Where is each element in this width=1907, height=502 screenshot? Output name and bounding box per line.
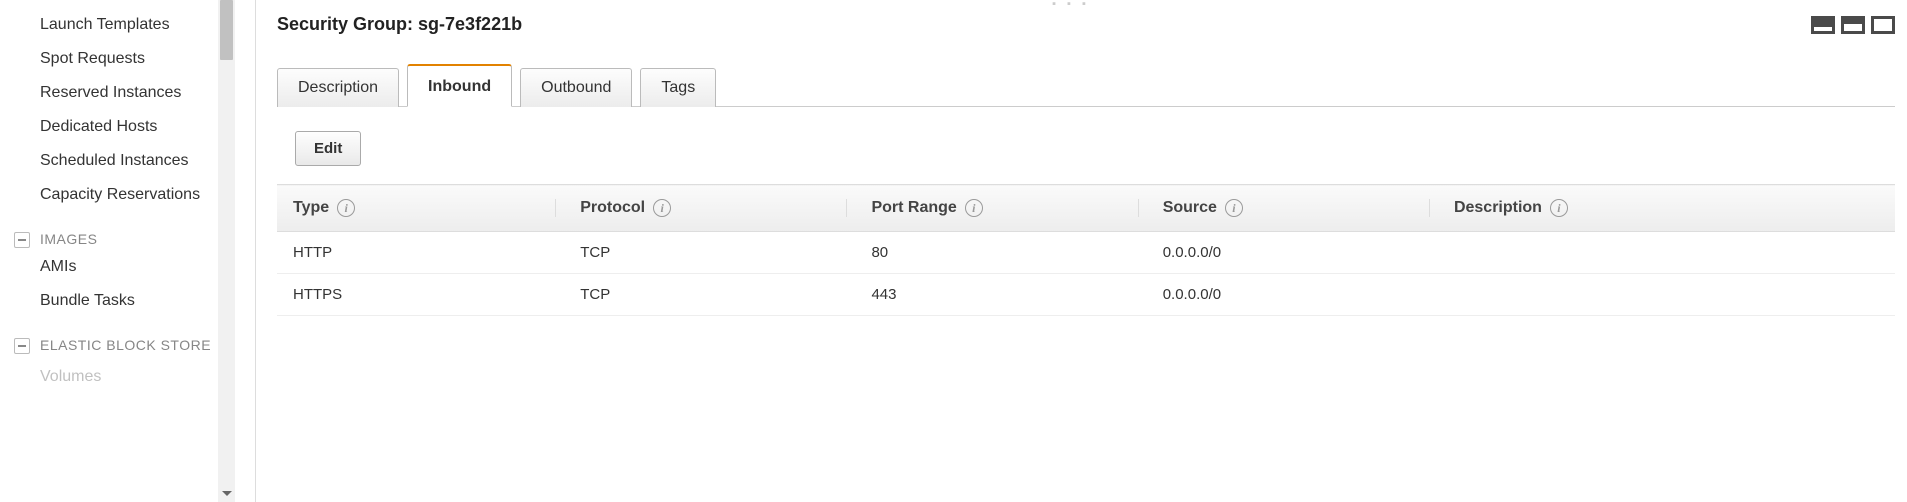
detail-title-prefix: Security Group: [277, 14, 418, 34]
cell-type: HTTPS [277, 274, 568, 316]
sidebar-section-label: IMAGES [40, 230, 97, 248]
sidebar-scrollbar[interactable] [218, 0, 235, 502]
sidebar-item-volumes[interactable]: Volumes [0, 360, 217, 394]
tab-description[interactable]: Description [277, 68, 399, 107]
sidebar-item-spot-requests[interactable]: Spot Requests [0, 42, 217, 76]
tabs: Description Inbound Outbound Tags [277, 63, 1895, 107]
col-header-description: Description [1454, 199, 1542, 217]
sidebar-item-capacity-reservations[interactable]: Capacity Reservations [0, 178, 217, 212]
col-header-type: Type [293, 199, 329, 217]
sidebar-item-bundle-tasks[interactable]: Bundle Tasks [0, 284, 217, 318]
table-row[interactable]: HTTPS TCP 443 0.0.0.0/0 [277, 274, 1895, 316]
sidebar-section-ebs: ELASTIC BLOCK STORE [0, 318, 217, 356]
edit-button[interactable]: Edit [295, 131, 361, 166]
sidebar-section-label: ELASTIC BLOCK STORE [40, 336, 211, 354]
sidebar-section-images: IMAGES [0, 212, 217, 250]
collapse-icon[interactable] [14, 338, 30, 354]
detail-panel: ▪ ▪ ▪ Security Group: sg-7e3f221b Descri… [235, 0, 1907, 502]
sidebar-item-amis[interactable]: AMIs [0, 250, 217, 284]
tab-outbound[interactable]: Outbound [520, 68, 632, 107]
col-header-port-range: Port Range [871, 199, 956, 217]
panel-maximize-button[interactable] [1871, 16, 1895, 34]
table-row[interactable]: HTTP TCP 80 0.0.0.0/0 [277, 232, 1895, 274]
sidebar-item-reserved-instances[interactable]: Reserved Instances [0, 76, 217, 110]
detail-title: Security Group: sg-7e3f221b [277, 14, 522, 35]
info-icon[interactable]: i [337, 199, 355, 217]
detail-group-id: sg-7e3f221b [418, 14, 522, 34]
cell-description [1442, 274, 1895, 316]
sidebar: Instances Launch Templates Spot Requests… [0, 0, 235, 502]
cell-port-range: 443 [859, 274, 1150, 316]
table-header-row: Typei Protocoli Port Rangei Sourcei Desc… [277, 185, 1895, 232]
scrollbar-thumb[interactable] [220, 0, 233, 60]
info-icon[interactable]: i [1225, 199, 1243, 217]
tab-inbound[interactable]: Inbound [407, 64, 512, 107]
collapse-icon[interactable] [14, 232, 30, 248]
panel-minimize-button[interactable] [1811, 16, 1835, 34]
sidebar-item-scheduled-instances[interactable]: Scheduled Instances [0, 144, 217, 178]
info-icon[interactable]: i [653, 199, 671, 217]
panel-restore-button[interactable] [1841, 16, 1865, 34]
sidebar-item-launch-templates[interactable]: Launch Templates [0, 8, 217, 42]
info-icon[interactable]: i [965, 199, 983, 217]
panel-resize-handle[interactable]: ▪ ▪ ▪ [1052, 0, 1090, 10]
tab-tags[interactable]: Tags [640, 68, 716, 107]
cell-protocol: TCP [568, 274, 859, 316]
col-header-protocol: Protocol [580, 199, 645, 217]
cell-port-range: 80 [859, 232, 1150, 274]
info-icon[interactable]: i [1550, 199, 1568, 217]
cell-source: 0.0.0.0/0 [1151, 232, 1442, 274]
cell-source: 0.0.0.0/0 [1151, 274, 1442, 316]
sidebar-item-dedicated-hosts[interactable]: Dedicated Hosts [0, 110, 217, 144]
inbound-rules-table: Typei Protocoli Port Rangei Sourcei Desc… [277, 184, 1895, 316]
cell-description [1442, 232, 1895, 274]
scrollbar-down-arrow[interactable] [218, 485, 235, 502]
cell-protocol: TCP [568, 232, 859, 274]
panel-size-controls [1811, 16, 1895, 34]
cell-type: HTTP [277, 232, 568, 274]
col-header-source: Source [1163, 199, 1217, 217]
sidebar-item-instances[interactable]: Instances [0, 0, 217, 8]
